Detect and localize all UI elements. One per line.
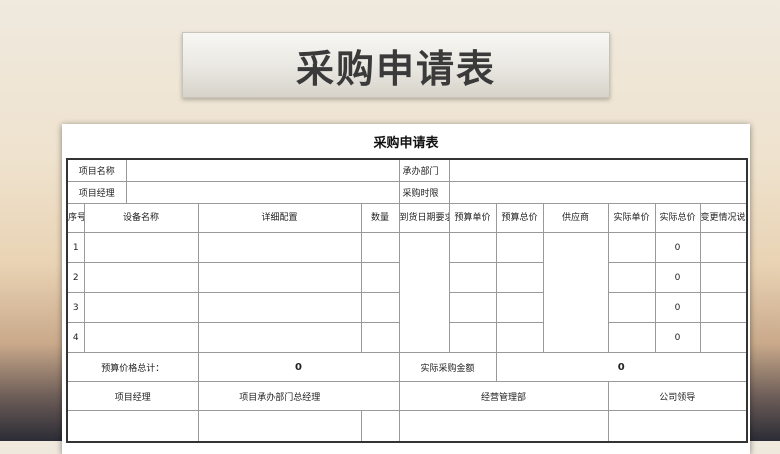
col-supplier: 供应商 [542, 203, 609, 233]
equipment-name-cell[interactable] [83, 232, 199, 263]
detail-config-cell[interactable] [197, 292, 362, 323]
row-seq: 4 [66, 322, 85, 353]
undertake-dept-cell[interactable] [448, 158, 748, 182]
row-seq: 1 [66, 232, 85, 263]
detail-config-cell[interactable] [197, 232, 362, 263]
col-actual-unit-price: 实际单价 [607, 203, 656, 233]
summary-row: 预算价格总计： 0 实际采购金额 0 [66, 352, 748, 382]
col-seq: 序号 [66, 203, 85, 233]
table-row: 1 0 [66, 232, 748, 353]
quantity-cell[interactable] [360, 322, 400, 353]
budget-total-cell[interactable] [495, 322, 544, 353]
col-change-note: 变更情况说明 [699, 203, 748, 233]
sig-dept-gm-sign-cell[interactable] [197, 410, 362, 443]
banner-title: 采购申请表 [295, 46, 496, 91]
col-delivery-date: 到货日期要求 [398, 203, 450, 233]
change-note-cell[interactable] [699, 232, 748, 263]
equipment-name-cell[interactable] [83, 262, 199, 293]
actual-unit-price-cell[interactable] [607, 322, 656, 353]
row-seq: 3 [66, 292, 85, 323]
equipment-name-cell[interactable] [83, 322, 199, 353]
col-quantity: 数量 [360, 203, 400, 233]
signature-blank-row [66, 410, 748, 443]
banner-title-box: 采购申请表 [182, 32, 610, 98]
sheet-title: 采购申请表 [373, 136, 439, 151]
equipment-name-cell[interactable] [83, 292, 199, 323]
budget-unit-price-cell[interactable] [448, 322, 497, 353]
col-budget-unit-price: 预算单价 [448, 203, 497, 233]
actual-total-cell[interactable]: 0 [654, 322, 701, 353]
actual-total-cell[interactable]: 0 [654, 262, 701, 293]
project-name-cell[interactable] [125, 158, 400, 182]
actual-amount-label: 实际采购金额 [398, 352, 497, 382]
actual-unit-price-cell[interactable] [607, 232, 656, 263]
row-seq: 2 [66, 262, 85, 293]
sig-dept-gm-label: 项目承办部门总经理 [197, 381, 362, 411]
budget-total-cell[interactable] [495, 232, 544, 263]
quantity-cell[interactable] [360, 232, 400, 263]
signature-row: 项目经理 项目承办部门总经理 经营管理部 公司领导 [66, 381, 748, 411]
project-manager-cell[interactable] [125, 181, 400, 204]
budget-unit-price-cell[interactable] [448, 292, 497, 323]
sig-dept-gm-cell[interactable] [361, 381, 400, 411]
sig-operations-dept-label: 经营管理部 [398, 381, 609, 411]
purchase-deadline-cell[interactable] [448, 181, 748, 204]
change-note-cell[interactable] [699, 292, 748, 323]
sig-company-leader-label: 公司领导 [607, 381, 748, 411]
col-detail-config: 详细配置 [197, 203, 362, 233]
undertake-dept-label: 承办部门 [398, 158, 450, 182]
purchase-deadline-label: 采购时限 [398, 181, 450, 204]
budget-total-cell[interactable] [495, 262, 544, 293]
delivery-date-cell[interactable] [398, 232, 450, 353]
col-budget-total: 预算总价 [495, 203, 544, 233]
actual-total-cell[interactable]: 0 [654, 292, 701, 323]
detail-config-cell[interactable] [197, 262, 362, 293]
actual-unit-price-cell[interactable] [607, 292, 656, 323]
actual-amount-value[interactable]: 0 [495, 352, 748, 382]
change-note-cell[interactable] [699, 262, 748, 293]
sig-project-manager-cell[interactable] [66, 410, 199, 443]
change-note-cell[interactable] [699, 322, 748, 353]
budget-unit-price-cell[interactable] [448, 262, 497, 293]
col-actual-total: 实际总价 [654, 203, 701, 233]
budget-total-cell[interactable] [495, 292, 544, 323]
quantity-cell[interactable] [360, 262, 400, 293]
spreadsheet-area: 采购申请表 项目名称 承办部门 项目经理 采购时限 序 设备名称 详细配置 数量… [62, 124, 750, 454]
detail-config-cell[interactable] [197, 322, 362, 353]
actual-unit-price-cell[interactable] [607, 262, 656, 293]
project-manager-label: 项目经理 [66, 181, 127, 204]
actual-total-cell[interactable]: 0 [654, 232, 701, 263]
sig-project-manager-label: 项目经理 [66, 381, 199, 411]
supplier-cell[interactable] [542, 232, 609, 353]
info-row-1: 项目名称 承办部门 [66, 158, 748, 182]
budget-total-value[interactable]: 0 [197, 352, 400, 382]
sig-operations-dept-cell[interactable] [398, 410, 609, 443]
project-name-label: 项目名称 [66, 158, 127, 182]
quantity-cell[interactable] [360, 292, 400, 323]
budget-unit-price-cell[interactable] [448, 232, 497, 263]
column-header-row: 序号 设备名称 详细配置 数量 到货日期要求 预算单价 预算总价 供应商 实际单… [66, 203, 748, 233]
col-equipment-name: 设备名称 [83, 203, 199, 233]
sig-company-leader-cell[interactable] [607, 410, 748, 443]
info-row-2: 项目经理 采购时限 [66, 181, 748, 204]
sig-dept-gm-extra-cell[interactable] [360, 410, 400, 443]
purchase-form-table: 项目名称 承办部门 项目经理 采购时限 序号 设备名称 详细配置 数量 到货日期… [66, 158, 749, 443]
budget-total-label: 预算价格总计： [66, 352, 199, 382]
